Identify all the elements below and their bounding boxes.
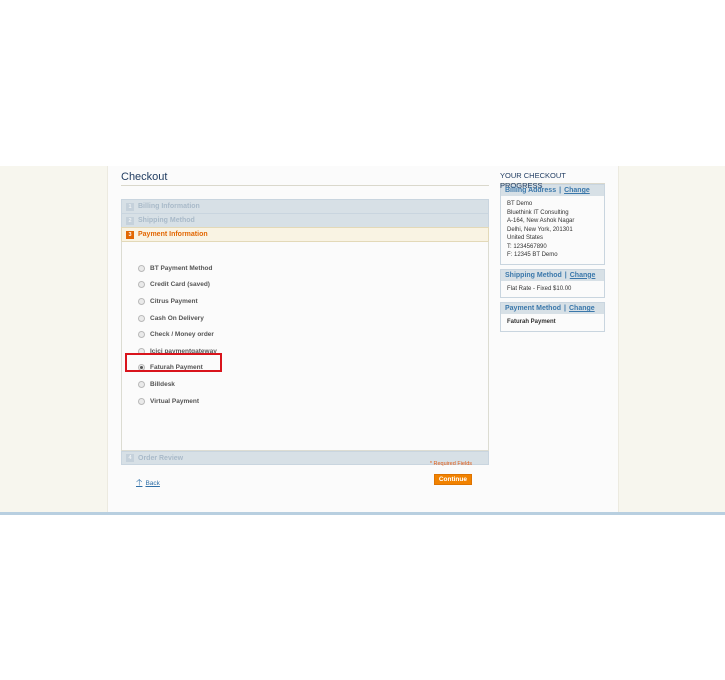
payment-method-label: Virtual Payment xyxy=(150,397,200,405)
payment-method-option[interactable]: Billdesk xyxy=(138,376,217,393)
payment-method-option[interactable]: Check / Money order xyxy=(138,326,217,343)
back-label: Back xyxy=(145,479,160,487)
step-billing-information[interactable]: 1 Billing Information xyxy=(121,199,489,213)
billing-address-header: Billing Address | Change xyxy=(501,185,604,196)
change-shipping-link[interactable]: Change xyxy=(570,272,596,279)
step-shipping-method[interactable]: 2 Shipping Method xyxy=(121,213,489,227)
checkout-progress-sidebar: YOUR CHECKOUT PROGRESS Billing Address|C… xyxy=(500,171,605,336)
payment-method-option[interactable]: Virtual Payment xyxy=(138,393,217,410)
address-line: A-164, New Ashok Nagar xyxy=(507,218,575,224)
step-label: Payment Information xyxy=(138,231,208,238)
payment-radio[interactable] xyxy=(138,297,145,305)
payment-radio[interactable] xyxy=(138,281,145,289)
step-label: Order Review xyxy=(138,454,184,462)
title-divider xyxy=(121,185,489,186)
payment-method-list: BT Payment Method Credit Card (saved) Ci… xyxy=(138,260,217,409)
selection-highlight-box xyxy=(125,353,222,372)
arrow-up-icon: 🡡 xyxy=(136,477,143,487)
shipping-method-header: Shipping Method | Change xyxy=(501,269,604,281)
payment-method-label: Check / Money order xyxy=(150,331,214,339)
payment-method-header: Payment Method | Change xyxy=(501,303,604,314)
payment-radio[interactable] xyxy=(138,314,145,322)
payment-method-box: Payment Method | Change Faturah Payment xyxy=(500,302,605,332)
step-payment-information: 3 Payment Information xyxy=(121,227,489,241)
payment-method-label: BT Payment Method xyxy=(150,264,213,272)
payment-method-label: Billdesk xyxy=(150,380,175,388)
required-fields-note: * Required Fields xyxy=(429,461,472,467)
address-line: United States xyxy=(507,235,544,241)
separator: | xyxy=(564,271,567,279)
payment-method-label: Credit Card (saved) xyxy=(150,281,210,289)
payment-method-option[interactable]: BT Payment Method xyxy=(138,260,217,277)
payment-method-option[interactable]: Cash On Delivery xyxy=(138,310,217,327)
back-link[interactable]: 🡡 Back xyxy=(136,475,160,491)
step-number: 1 xyxy=(126,202,134,211)
payment-method-heading: Payment Method xyxy=(505,305,562,312)
payment-radio[interactable] xyxy=(138,264,145,272)
change-billing-link[interactable]: Change xyxy=(564,187,590,194)
change-payment-link[interactable]: Change xyxy=(569,305,595,312)
continue-button[interactable]: Continue xyxy=(433,474,472,485)
step-label: Shipping Method xyxy=(138,217,195,224)
address-line: Delhi, New York, 201301 xyxy=(507,226,573,233)
payment-method-label: Cash On Delivery xyxy=(150,314,204,322)
page-title: Checkout xyxy=(121,171,168,183)
step-label: Billing Information xyxy=(138,203,200,210)
step-number: 4 xyxy=(126,454,134,462)
separator: | xyxy=(564,305,566,312)
shipping-method-heading: Shipping Method xyxy=(505,271,562,279)
payment-radio[interactable] xyxy=(138,397,145,405)
payment-radio[interactable] xyxy=(138,380,145,388)
shipping-method-box: Shipping Method | Change Flat Rate - Fixed… xyxy=(500,268,605,298)
payment-method-option[interactable]: Citrus Payment xyxy=(138,293,217,310)
address-line: BT Demo xyxy=(507,201,533,207)
billing-address-heading: Billing Address xyxy=(505,187,557,194)
checkout-steps: 1 Billing Information 2 Shipping Method … xyxy=(121,199,489,487)
billing-address-body: BT Demo Bluethink IT Consulting A-164, N… xyxy=(501,196,604,264)
separator: | xyxy=(559,187,562,194)
address-line: F: 12345 BT Demo xyxy=(507,252,558,258)
address-line: T: 1234567890 xyxy=(507,243,547,250)
step-number: 2 xyxy=(126,216,134,225)
payment-radio[interactable] xyxy=(138,331,145,339)
progress-title: YOUR CHECKOUT PROGRESS xyxy=(500,171,605,190)
payment-method-label: Citrus Payment xyxy=(150,297,198,305)
payment-methods-panel: BT Payment Method Credit Card (saved) Ci… xyxy=(121,241,489,487)
billing-address-box: Billing Address | Change BT Demo Bluethink… xyxy=(500,184,605,265)
payment-method-option[interactable]: Credit Card (saved) xyxy=(138,277,217,294)
address-line: Bluethink IT Consulting xyxy=(507,209,569,216)
shipping-method-body: Flat Rate - Fixed $10.00 xyxy=(507,285,572,292)
footer-divider xyxy=(0,512,725,515)
payment-method-body: Faturah Payment xyxy=(507,319,556,325)
step-number: 3 xyxy=(126,230,134,239)
